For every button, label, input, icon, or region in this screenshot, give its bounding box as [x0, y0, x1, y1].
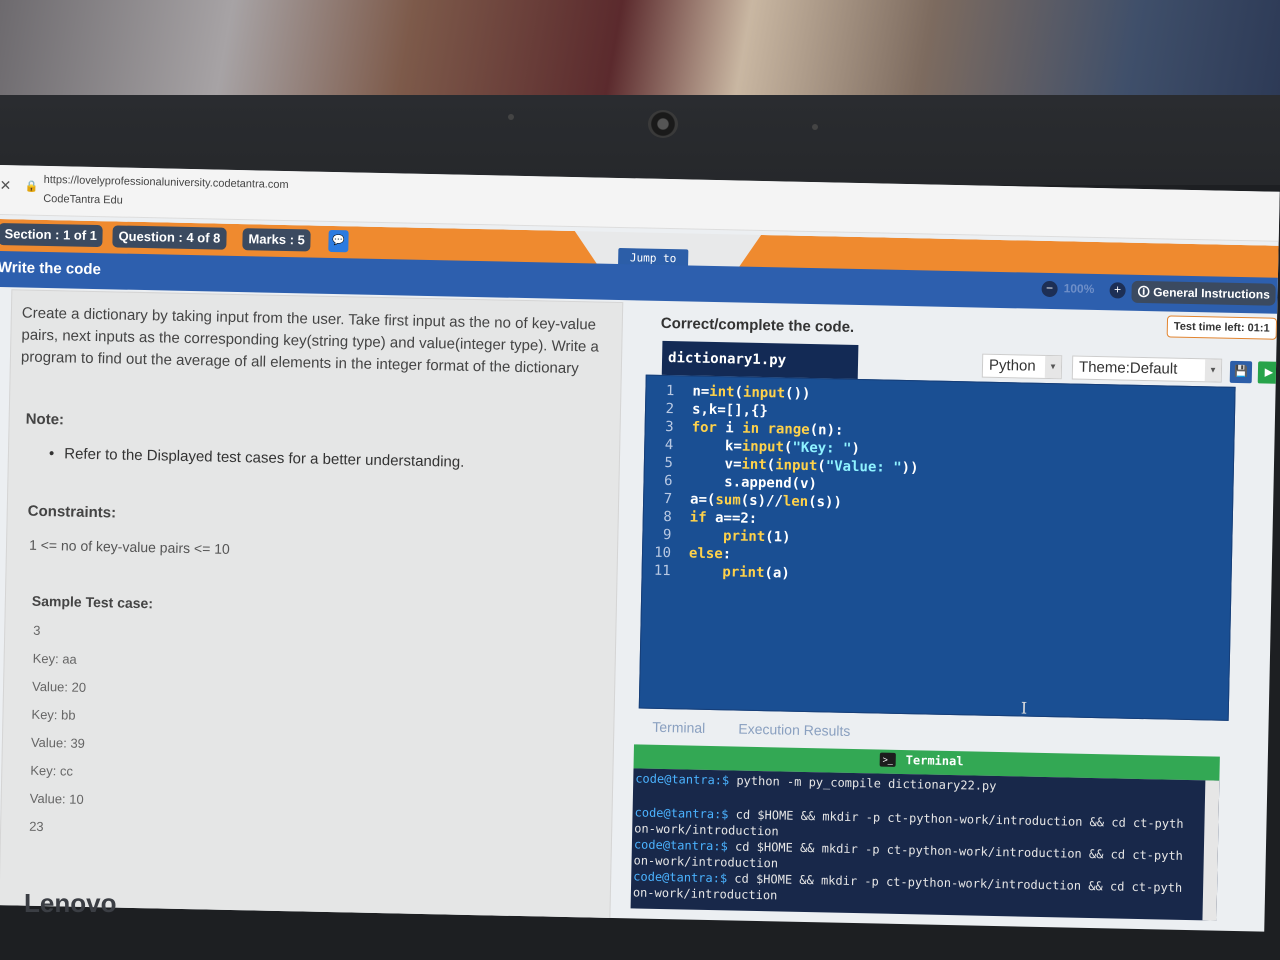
webcam: [648, 110, 678, 138]
terminal-command: on-work/introduction: [632, 885, 778, 903]
terminal-prompt: code@tantra:$: [635, 771, 730, 788]
constraints-text: 1 <= no of key-value pairs <= 10: [28, 536, 230, 557]
terminal-line: on-work/introduction: [633, 884, 778, 903]
code-text: else:: [688, 545, 732, 563]
terminal-prompt: code@tantra:$: [634, 805, 729, 822]
file-tab[interactable]: dictionary1.py: [661, 340, 859, 380]
close-icon[interactable]: ✕: [0, 177, 11, 194]
terminal-prompt: code@tantra:$: [633, 869, 728, 886]
code-text: a=(sum(s)//len(s)): [689, 491, 843, 511]
url-text[interactable]: https://lovelyprofessionaluniversity.cod…: [44, 174, 289, 191]
question-badge[interactable]: Question : 4 of 8: [112, 225, 227, 250]
terminal-title-text: Terminal: [905, 753, 964, 769]
terminal-prompt: code@tantra:$: [633, 837, 728, 854]
theme-select[interactable]: Theme:Default ▼: [1071, 355, 1223, 383]
code-text: s.append(v): [690, 473, 818, 493]
tab-terminal[interactable]: Terminal: [652, 719, 705, 736]
terminal-scrollbar[interactable]: [1202, 780, 1220, 921]
chevron-down-icon: ▼: [1204, 359, 1222, 382]
sample-line: Value: 20: [31, 678, 87, 695]
code-text: print(a): [722, 564, 790, 582]
code-text: if a==2:: [689, 509, 758, 527]
zoom-level: 100%: [1063, 281, 1095, 296]
code-text: for i in range(n):: [691, 419, 844, 439]
site-name: CodeTantra Edu: [43, 192, 123, 207]
note-heading: Note:: [25, 410, 65, 429]
terminal-title: Terminal: [884, 753, 964, 769]
info-icon: 🛈: [1137, 284, 1154, 300]
theme-value: Theme:Default: [1078, 358, 1178, 378]
editor-instruction: Correct/complete the code.: [660, 314, 855, 336]
language-value: Python: [988, 356, 1036, 375]
terminal-command: cd $HOME && mkdir -p ct-python-work/intr…: [728, 807, 1184, 831]
problem-statement: Create a dictionary by taking input from…: [20, 304, 600, 378]
laptop-screen: ✕ 🔒 https://lovelyprofessionaluniversity…: [0, 165, 1280, 932]
terminal-output[interactable]: code@tantra:$ python -m py_compile dicti…: [630, 768, 1220, 921]
code-line: 10 else:: [643, 544, 732, 564]
sample-line: Key: aa: [32, 650, 77, 667]
line-number: 8: [663, 508, 672, 526]
terminal-line: code@tantra:$ python -m py_compile dicti…: [635, 770, 996, 794]
code-text: print(1): [722, 528, 791, 546]
tab-execution-results[interactable]: Execution Results: [738, 721, 850, 739]
code-text: n=int(input()): [692, 383, 811, 403]
code-line: 11 print(a): [642, 562, 790, 583]
terminal-command: cd $HOME && mkdir -p ct-python-work/intr…: [726, 871, 1183, 895]
line-number: 6: [663, 472, 673, 490]
line-number: 2: [665, 400, 675, 418]
general-instructions-button[interactable]: 🛈 General Instructions: [1131, 280, 1277, 306]
text-cursor-icon: I: [1020, 698, 1028, 718]
line-number: 7: [663, 490, 673, 508]
lock-icon: 🔒: [24, 180, 39, 193]
line-number: 3: [665, 418, 674, 436]
sample-line: 23: [29, 818, 44, 835]
sample-heading: Sample Test case:: [31, 592, 154, 612]
chevron-down-icon: ▼: [1044, 355, 1062, 379]
code-line: 8 if a==2:: [644, 508, 758, 528]
test-timer: Test time left: 01:1: [1166, 315, 1277, 340]
line-number: 11: [653, 562, 671, 580]
terminal-command: cd $HOME && mkdir -p ct-python-work/intr…: [727, 839, 1184, 863]
save-icon[interactable]: 💾: [1229, 360, 1253, 384]
page-title: Write the code: [0, 258, 102, 279]
run-icon[interactable]: ▶: [1257, 361, 1280, 384]
language-select[interactable]: Python ▼: [981, 353, 1063, 380]
chat-icon[interactable]: 💬: [328, 229, 349, 253]
sample-line: 3: [33, 622, 41, 638]
line-number: 9: [662, 526, 672, 544]
question-panel: Create a dictionary by taking input from…: [0, 289, 624, 922]
code-editor[interactable]: 1 n=int(input()) 2 s,k=[],{} 3 for i in range…: [638, 374, 1236, 721]
sample-line: Value: 39: [30, 734, 86, 751]
marks-badge: Marks : 5: [242, 228, 312, 252]
terminal-command: python -m py_compile dictionary22.py: [729, 773, 997, 794]
constraints-heading: Constraints:: [27, 502, 117, 522]
line-number: 1: [665, 382, 675, 400]
general-instructions-label: General Instructions: [1153, 285, 1270, 302]
line-number: 4: [664, 436, 674, 454]
sample-line: Key: bb: [31, 706, 76, 723]
section-badge: Section : 1 of 1: [0, 222, 104, 248]
device-brand-logo: Lenovo: [24, 888, 117, 918]
sample-line: Key: cc: [30, 762, 74, 779]
code-text: s,k=[],{}: [691, 401, 769, 420]
line-number: 5: [664, 454, 674, 472]
bezel-sensor: [812, 124, 818, 130]
line-number: 10: [653, 544, 672, 562]
bezel-sensor: [508, 114, 514, 120]
note-item: Refer to the Displayed test cases for a …: [49, 445, 465, 470]
background-fabric: [0, 0, 1280, 100]
sample-line: Value: 10: [29, 790, 84, 807]
